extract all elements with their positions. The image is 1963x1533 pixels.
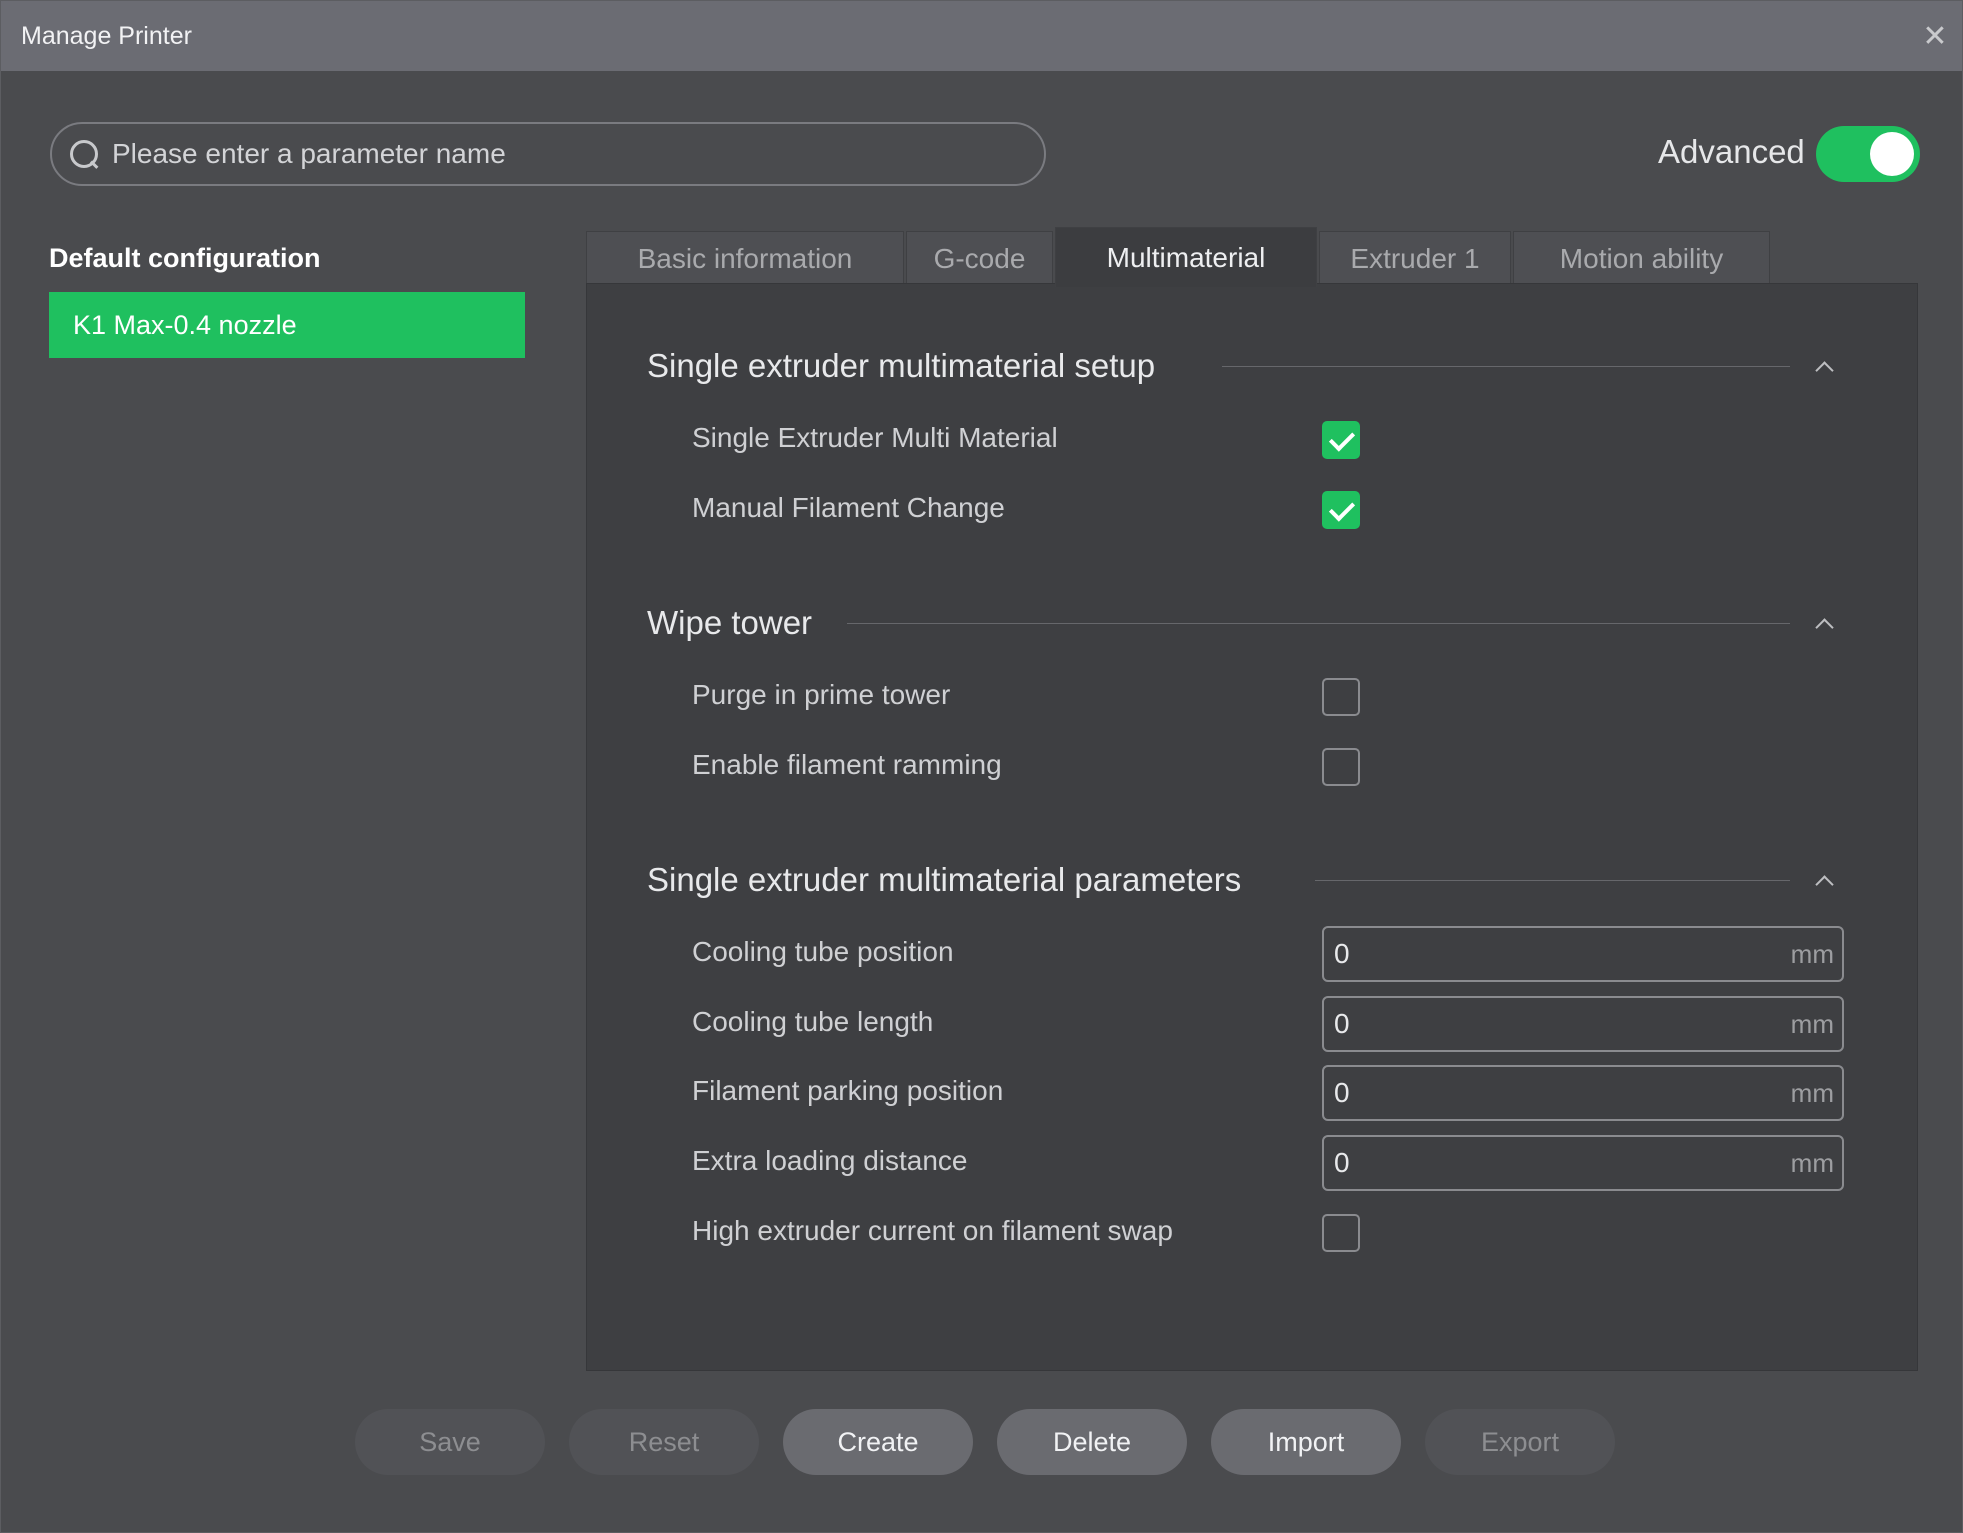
field-cooling-tube-position[interactable]: mm [1322, 926, 1844, 982]
search-icon [68, 138, 100, 170]
button-label: Delete [1052, 1426, 1132, 1457]
label-purge-in-prime-tower: Purge in prime tower [692, 679, 951, 710]
section-title-wipe-tower: Wipe tower [647, 604, 813, 641]
unit-label: mm [1790, 938, 1834, 969]
label-cooling-tube-length: Cooling tube length [692, 1006, 934, 1037]
export-button[interactable]: Export [1425, 1409, 1615, 1475]
close-icon[interactable]: ✕ [1920, 20, 1950, 53]
cooling-tube-position-input[interactable] [1332, 933, 1791, 975]
label-filament-parking-position: Filament parking position [692, 1075, 1004, 1106]
section-divider [847, 623, 1790, 624]
button-label: Create [837, 1426, 919, 1457]
tab-extruder-1[interactable]: Extruder 1 [1319, 231, 1511, 285]
parameter-search[interactable] [50, 122, 1046, 186]
section-divider [1315, 880, 1790, 881]
unit-label: mm [1790, 1008, 1834, 1039]
section-divider [1222, 366, 1790, 367]
collapse-chevron-icon[interactable] [1810, 356, 1838, 376]
label-manual-filament-change: Manual Filament Change [692, 492, 1005, 523]
settings-panel: Single extruder multimaterial setup Sing… [586, 283, 1918, 1371]
tab-label: Extruder 1 [1350, 242, 1480, 274]
checkbox-single-extruder-multi-material[interactable] [1322, 421, 1360, 459]
preset-label: K1 Max-0.4 nozzle [73, 309, 297, 340]
field-cooling-tube-length[interactable]: mm [1322, 996, 1844, 1052]
import-button[interactable]: Import [1211, 1409, 1401, 1475]
button-label: Export [1480, 1426, 1560, 1457]
checkbox-high-extruder-current[interactable] [1322, 1214, 1360, 1252]
cooling-tube-length-input[interactable] [1332, 1003, 1791, 1045]
preset-item-k1-max[interactable]: K1 Max-0.4 nozzle [49, 292, 525, 358]
label-enable-filament-ramming: Enable filament ramming [692, 749, 1002, 780]
tab-multimaterial[interactable]: Multimaterial [1055, 227, 1317, 287]
checkbox-enable-filament-ramming[interactable] [1322, 748, 1360, 786]
section-title-multimaterial-parameters: Single extruder multimaterial parameters [647, 861, 1242, 898]
reset-button[interactable]: Reset [569, 1409, 759, 1475]
tab-label: Multimaterial [1106, 241, 1266, 273]
tab-label: G-code [933, 242, 1026, 274]
window-title: Manage Printer [21, 21, 192, 50]
collapse-chevron-icon[interactable] [1810, 613, 1838, 633]
unit-label: mm [1790, 1077, 1834, 1108]
title-bar: Manage Printer ✕ [1, 1, 1962, 71]
tab-motion-ability[interactable]: Motion ability [1513, 231, 1770, 285]
button-label: Reset [628, 1426, 700, 1457]
button-label: Import [1267, 1426, 1345, 1457]
tab-label: Motion ability [1559, 242, 1724, 274]
search-input[interactable] [110, 133, 1044, 175]
filament-parking-position-input[interactable] [1332, 1072, 1791, 1114]
save-button[interactable]: Save [355, 1409, 545, 1475]
tab-basic-information[interactable]: Basic information [586, 231, 904, 285]
label-extra-loading-distance: Extra loading distance [692, 1145, 968, 1176]
field-extra-loading-distance[interactable]: mm [1322, 1135, 1844, 1191]
advanced-toggle[interactable] [1816, 126, 1920, 182]
tab-g-code[interactable]: G-code [906, 231, 1053, 285]
sidebar-title: Default configuration [49, 243, 321, 273]
collapse-chevron-icon[interactable] [1810, 870, 1838, 890]
delete-button[interactable]: Delete [997, 1409, 1187, 1475]
button-label: Save [419, 1426, 481, 1457]
label-cooling-tube-position: Cooling tube position [692, 936, 954, 967]
toggle-knob [1870, 132, 1914, 176]
tab-label: Basic information [637, 242, 853, 274]
label-high-extruder-current: High extruder current on filament swap [692, 1215, 1173, 1246]
create-button[interactable]: Create [783, 1409, 973, 1475]
unit-label: mm [1790, 1147, 1834, 1178]
label-single-extruder-multi-material: Single Extruder Multi Material [692, 422, 1058, 453]
advanced-label: Advanced [1658, 133, 1805, 170]
manage-printer-dialog: Manage Printer ✕ Advanced Default config… [0, 0, 1963, 1533]
checkbox-manual-filament-change[interactable] [1322, 491, 1360, 529]
extra-loading-distance-input[interactable] [1332, 1142, 1791, 1184]
field-filament-parking-position[interactable]: mm [1322, 1065, 1844, 1121]
section-title-multimaterial-setup: Single extruder multimaterial setup [647, 347, 1156, 384]
checkbox-purge-in-prime-tower[interactable] [1322, 678, 1360, 716]
